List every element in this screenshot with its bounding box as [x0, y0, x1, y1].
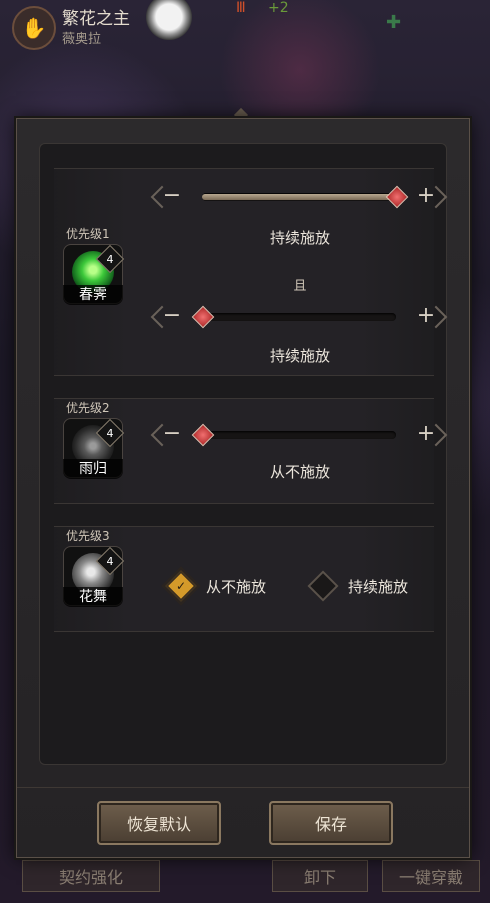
option-label: 持续施放 [348, 577, 409, 596]
slider-track[interactable] [191, 305, 396, 329]
moon-orb-icon [146, 0, 192, 40]
checkbox-empty-icon[interactable] [307, 570, 339, 602]
equip-all-button[interactable]: 一键穿戴 [382, 860, 480, 892]
skill-card-2[interactable]: 优先级2 4 雨归 [56, 399, 128, 479]
priority-label: 优先级2 [66, 401, 110, 415]
skill-row-2: 优先级2 4 雨归 − + 从不施放 [54, 398, 435, 504]
and-joiner: 且 [293, 279, 307, 294]
priority-label: 优先级1 [66, 227, 110, 241]
increase-button[interactable]: + [414, 305, 438, 329]
hand-emblem-icon: ✋ [12, 6, 56, 50]
checkbox-checked-icon[interactable]: ✓ [165, 570, 197, 602]
decrease-button[interactable]: − [160, 423, 184, 447]
bottom-bar: 契约强化 卸下 一键穿戴 [0, 852, 490, 903]
decrease-button[interactable]: − [160, 305, 184, 329]
increase-button[interactable]: + [414, 185, 438, 209]
increase-button[interactable]: + [414, 423, 438, 447]
option-always-cast[interactable]: 持续施放 [307, 570, 409, 602]
slider-track[interactable] [202, 185, 409, 209]
skill-row-3: 优先级3 4 花舞 ✓ 从不施放 持续施放 [54, 526, 434, 632]
condition-slider-1b[interactable]: − + [160, 305, 435, 329]
slider-knob[interactable] [191, 305, 215, 329]
skill-name: 雨归 [63, 459, 123, 479]
skill-icon-frame: 4 春霁 [63, 244, 125, 305]
condition-label-1a: 持续施放 [269, 229, 330, 247]
option-never-cast[interactable]: ✓ 从不施放 [165, 570, 267, 602]
skill-name: 春霁 [63, 285, 123, 305]
slider-knob[interactable] [385, 185, 409, 209]
skill-list-panel: 优先级1 4 春霁 − + 持续施放 且 − + 持续施放 优先级2 4 雨归 … [39, 143, 447, 765]
reset-default-button[interactable]: 恢复默认 [97, 801, 221, 845]
skill-icon-frame: 4 花舞 [63, 546, 125, 607]
condition-label-1b: 持续施放 [269, 347, 330, 365]
slider-fill [202, 194, 396, 200]
decrease-button[interactable]: − [160, 185, 184, 209]
unequip-button[interactable]: 卸下 [272, 860, 368, 892]
character-title: 繁花之主 [62, 9, 130, 29]
counter-text: +2 [268, 0, 289, 16]
hud-top-bar: ✋ 繁花之主 薇奥拉 Ⅲ +2 ✚ [0, 0, 490, 50]
green-plus-icon: ✚ [386, 12, 402, 33]
skill-name: 花舞 [63, 587, 123, 607]
condition-slider-1a[interactable]: − + [160, 185, 435, 209]
character-name: 薇奥拉 [62, 32, 102, 47]
contract-enhance-button[interactable]: 契约强化 [22, 860, 160, 892]
slider-track[interactable] [191, 423, 396, 447]
skill-card-3[interactable]: 优先级3 4 花舞 [56, 527, 128, 607]
save-button[interactable]: 保存 [269, 801, 393, 845]
skill-icon-frame: 4 雨归 [63, 418, 125, 479]
skill-row-1: 优先级1 4 春霁 − + 持续施放 且 − + 持续施放 [54, 168, 435, 376]
skill-priority-dialog: 优先级1 4 春霁 − + 持续施放 且 − + 持续施放 优先级2 4 雨归 … [16, 118, 470, 858]
slider-knob[interactable] [191, 423, 215, 447]
chip-icon: Ⅲ [236, 0, 246, 16]
condition-label-2: 从不施放 [269, 463, 330, 481]
priority-label: 优先级3 [66, 529, 110, 543]
footer-divider [17, 787, 469, 788]
option-label: 从不施放 [206, 577, 267, 596]
skill-card-1[interactable]: 优先级1 4 春霁 [56, 225, 128, 305]
condition-slider-2[interactable]: − + [160, 423, 435, 447]
